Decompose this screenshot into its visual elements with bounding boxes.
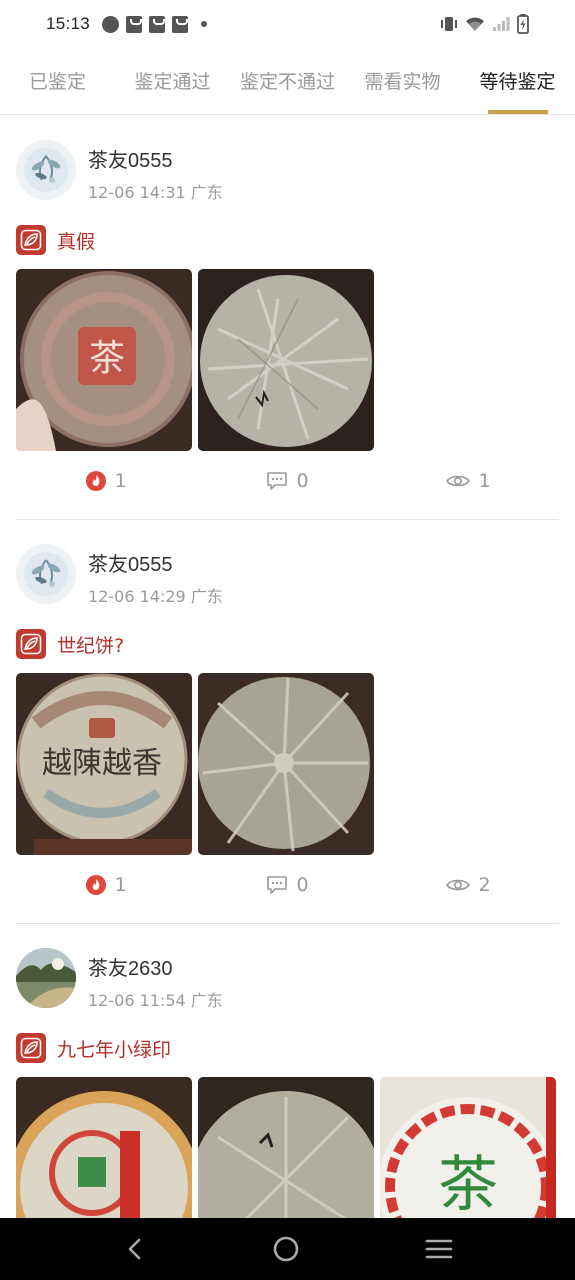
- filter-tabs: 已鉴定 鉴定通过 鉴定不通过 需看实物 等待鉴定: [0, 48, 575, 115]
- speedometer-icon: [102, 15, 120, 33]
- eye-icon: [446, 879, 471, 891]
- tab-needs-physical[interactable]: 需看实物: [345, 48, 460, 114]
- like-count: 1: [114, 874, 127, 896]
- avatar[interactable]: [16, 948, 76, 1008]
- stamp-text: 茶: [438, 1150, 498, 1220]
- fire-icon: [86, 471, 107, 491]
- post-location: 广东: [190, 183, 223, 202]
- post-card[interactable]: 茶友0555 12-06 14:31 广东 真假 茶 1 0 1: [16, 116, 559, 520]
- post-title[interactable]: 真假: [57, 227, 95, 254]
- status-notification-icons: [102, 15, 208, 33]
- dot-icon: [201, 21, 208, 27]
- avatar[interactable]: [16, 140, 76, 200]
- post-title-row: 世纪饼?: [16, 629, 559, 659]
- post-time: 12-06 14:31: [88, 183, 186, 202]
- username[interactable]: 茶友0555: [88, 144, 223, 173]
- post-feed: 茶友0555 12-06 14:31 广东 真假 茶 1 0 1 茶友0555 …: [0, 116, 575, 1280]
- leaf-icon: [16, 1033, 46, 1063]
- bag-icon: [172, 15, 189, 33]
- view-count: 1: [478, 470, 491, 492]
- tab-pending[interactable]: 等待鉴定: [460, 48, 575, 114]
- post-meta: 12-06 14:29 广东: [88, 583, 223, 607]
- menu-icon[interactable]: [425, 1237, 453, 1261]
- status-system-icons: [440, 14, 529, 34]
- post-meta: 12-06 11:54 广东: [88, 987, 223, 1011]
- tea-cake-photo[interactable]: [198, 269, 374, 451]
- cake-label: 越陳越香: [42, 746, 162, 781]
- comment-count: 0: [296, 470, 309, 492]
- fire-icon: [86, 875, 107, 895]
- comment-icon: [267, 472, 288, 490]
- view-stat: 2: [378, 874, 559, 896]
- tab-appraised[interactable]: 已鉴定: [0, 48, 115, 114]
- post-stats: 1 0 2: [16, 873, 559, 897]
- like-stat[interactable]: 1: [16, 874, 197, 896]
- post-header: 茶友0555 12-06 14:31 广东: [16, 140, 559, 203]
- like-count: 1: [114, 470, 127, 492]
- post-time: 12-06 11:54: [88, 991, 186, 1010]
- post-title-row: 真假: [16, 225, 559, 255]
- post-images: 越陳越香: [16, 673, 559, 855]
- bag-icon: [126, 15, 143, 33]
- comment-count: 0: [296, 874, 309, 896]
- system-nav-bar: [0, 1218, 575, 1280]
- comment-stat[interactable]: 0: [197, 470, 378, 492]
- eye-icon: [446, 475, 471, 487]
- post-meta: 12-06 14:31 广东: [88, 179, 223, 203]
- status-bar: 15:13: [0, 0, 575, 48]
- post-title[interactable]: 世纪饼?: [57, 631, 124, 658]
- post-stats: 1 0 1: [16, 469, 559, 493]
- back-icon[interactable]: [123, 1237, 147, 1261]
- view-stat: 1: [378, 470, 559, 492]
- tea-cake-photo[interactable]: 茶: [16, 269, 192, 451]
- post-header: 茶友0555 12-06 14:29 广东: [16, 544, 559, 607]
- user-info: 茶友0555 12-06 14:31 广东: [88, 140, 223, 203]
- comment-icon: [267, 876, 288, 894]
- comment-stat[interactable]: 0: [197, 874, 378, 896]
- leaf-icon: [16, 629, 46, 659]
- post-title-row: 九七年小绿印: [16, 1033, 559, 1063]
- avatar[interactable]: [16, 544, 76, 604]
- post-location: 广东: [190, 991, 223, 1010]
- post-card[interactable]: 茶友0555 12-06 14:29 广东 世纪饼? 越陳越香 1 0 2: [16, 520, 559, 924]
- stamp-text: 茶: [89, 338, 125, 379]
- bag-icon: [149, 15, 166, 33]
- post-title[interactable]: 九七年小绿印: [57, 1035, 171, 1062]
- post-location: 广东: [190, 587, 223, 606]
- user-info: 茶友2630 12-06 11:54 广东: [88, 948, 223, 1011]
- signal-icon: [493, 17, 510, 31]
- vibrate-icon: [441, 17, 457, 31]
- tea-cake-photo[interactable]: [198, 673, 374, 855]
- post-time: 12-06 14:29: [88, 587, 186, 606]
- view-count: 2: [478, 874, 491, 896]
- username[interactable]: 茶友2630: [88, 952, 223, 981]
- like-stat[interactable]: 1: [16, 470, 197, 492]
- post-images: 茶: [16, 269, 559, 451]
- wifi-icon: [466, 17, 484, 31]
- leaf-icon: [16, 225, 46, 255]
- post-header: 茶友2630 12-06 11:54 广东: [16, 948, 559, 1011]
- tab-failed[interactable]: 鉴定不通过: [230, 48, 345, 114]
- status-time: 15:13: [46, 14, 91, 33]
- username[interactable]: 茶友0555: [88, 548, 223, 577]
- tea-cake-photo[interactable]: 越陳越香: [16, 673, 192, 855]
- home-icon[interactable]: [272, 1235, 300, 1263]
- tab-passed[interactable]: 鉴定通过: [115, 48, 230, 114]
- user-info: 茶友0555 12-06 14:29 广东: [88, 544, 223, 607]
- battery-charging-icon: [517, 14, 529, 34]
